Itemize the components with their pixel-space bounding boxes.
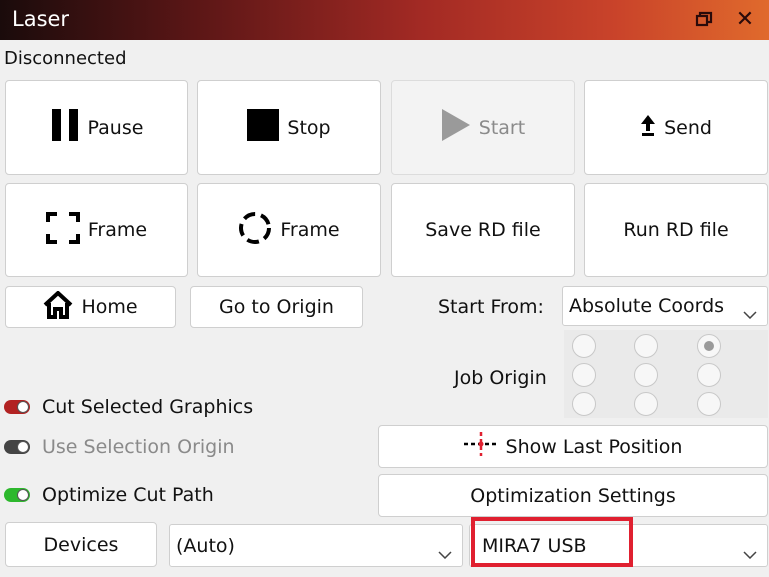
close-icon[interactable]: ✕	[733, 9, 757, 31]
toggle-label: Use Selection Origin	[42, 436, 235, 458]
home-button[interactable]: Home	[5, 286, 176, 328]
pause-button[interactable]: Pause	[5, 80, 188, 175]
frame-circle-label: Frame	[280, 219, 340, 241]
chevron-down-icon	[743, 302, 757, 320]
optimization-settings-label: Optimization Settings	[470, 484, 676, 507]
job-origin-label: Job Origin	[454, 367, 547, 389]
home-label: Home	[81, 296, 138, 318]
toggle-switch-icon[interactable]	[4, 400, 30, 414]
run-rd-file-label: Run RD file	[623, 219, 729, 241]
save-rd-file-button[interactable]: Save RD file	[391, 183, 575, 277]
pause-label: Pause	[87, 116, 144, 139]
job-origin-radio-1[interactable]	[572, 334, 596, 358]
job-origin-radio-4[interactable]	[572, 363, 596, 387]
toggle-switch-icon[interactable]	[4, 488, 30, 502]
send-label: Send	[664, 116, 712, 139]
job-origin-grid	[564, 330, 768, 418]
frame-rectangle-label: Frame	[87, 219, 148, 241]
connection-status: Disconnected	[4, 48, 127, 69]
job-origin-radio-8[interactable]	[634, 392, 658, 416]
chevron-down-icon	[743, 542, 757, 559]
start-from-select[interactable]: Absolute Coords	[562, 286, 768, 326]
go-to-origin-button[interactable]: Go to Origin	[190, 286, 363, 328]
port-select[interactable]: (Auto)	[169, 524, 463, 567]
toggle-row[interactable]: Optimize Cut Path	[4, 484, 364, 508]
title-bar: Laser ✕	[0, 0, 769, 40]
toggle-knob	[17, 401, 29, 413]
restore-icon[interactable]	[692, 9, 716, 31]
toggle-label: Cut Selected Graphics	[42, 396, 254, 418]
toggle-knob	[17, 489, 29, 501]
optimization-settings-button[interactable]: Optimization Settings	[378, 474, 768, 517]
stop-icon	[247, 109, 280, 146]
job-origin-radio-7[interactable]	[572, 392, 596, 416]
toggle-row[interactable]: Use Selection Origin	[4, 436, 364, 460]
start-from-value: Absolute Coords	[569, 295, 725, 317]
frame-rectangle-icon	[45, 211, 80, 249]
run-rd-file-button[interactable]: Run RD file	[584, 183, 768, 277]
port-select-value: (Auto)	[176, 534, 235, 557]
send-button[interactable]: Send	[584, 80, 768, 175]
frame-rectangle-button[interactable]: Frame	[5, 183, 188, 277]
toggle-switch-icon[interactable]	[4, 440, 30, 454]
play-icon	[441, 109, 471, 146]
device-select[interactable]: MIRA7 USB	[469, 524, 768, 567]
devices-label: Devices	[43, 533, 119, 556]
job-origin-radio-6[interactable]	[697, 363, 721, 387]
start-button[interactable]: Start	[391, 80, 575, 175]
job-origin-radio-2[interactable]	[634, 334, 658, 358]
show-last-position-label: Show Last Position	[505, 435, 683, 458]
stop-button[interactable]: Stop	[197, 80, 381, 175]
show-last-position-button[interactable]: Show Last Position	[378, 425, 768, 468]
toggle-row[interactable]: Cut Selected Graphics	[4, 396, 364, 420]
job-origin-radio-9[interactable]	[697, 392, 721, 416]
chevron-down-icon	[438, 542, 452, 559]
frame-circle-icon	[238, 211, 272, 250]
toggle-label: Optimize Cut Path	[42, 484, 214, 506]
save-rd-file-label: Save RD file	[425, 219, 541, 241]
pause-icon	[50, 108, 80, 147]
device-select-value: MIRA7 USB	[482, 534, 587, 557]
window-title: Laser	[12, 7, 70, 31]
job-origin-radio-3[interactable]	[697, 334, 721, 358]
devices-button[interactable]: Devices	[5, 522, 157, 567]
go-to-origin-label: Go to Origin	[219, 296, 334, 318]
arrow-up-icon	[640, 113, 656, 142]
toggle-knob	[17, 441, 29, 453]
crosshair-icon	[463, 432, 498, 461]
stop-label: Stop	[287, 116, 331, 139]
job-origin-radio-5[interactable]	[634, 363, 658, 387]
frame-circle-button[interactable]: Frame	[197, 183, 381, 277]
start-label: Start	[478, 116, 526, 139]
home-icon	[43, 289, 73, 324]
start-from-label: Start From:	[438, 296, 544, 318]
